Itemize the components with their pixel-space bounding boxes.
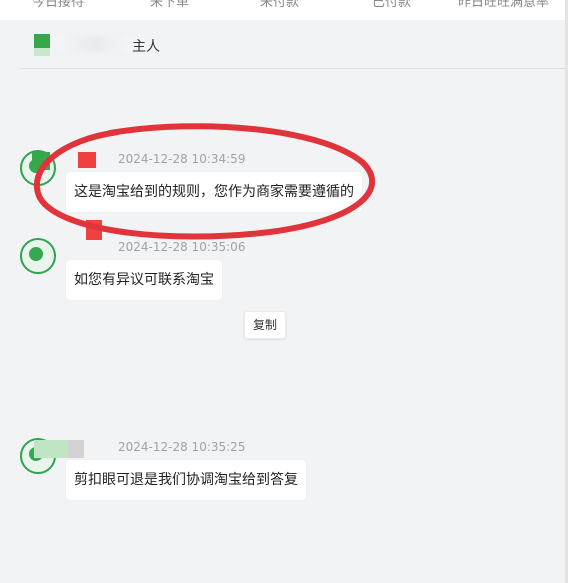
message-bubble[interactable]: 如您有异议可联系淘宝	[66, 260, 222, 300]
stat-paid[interactable]: 已付款	[372, 0, 411, 10]
copy-button[interactable]: 复制	[244, 311, 286, 339]
stat-today-received[interactable]: 今日接待	[32, 0, 84, 10]
message-time: 2024-12-28 10:35:06	[118, 240, 246, 254]
stat-yesterday-satisfaction[interactable]: 昨日旺旺满意率	[458, 0, 549, 10]
redacted-name	[56, 36, 132, 52]
header-avatar	[34, 34, 52, 56]
message-bubble[interactable]: 这是淘宝给到的规则，您作为商家需要遵循的	[66, 172, 362, 212]
stats-bar: 今日接待 未下单 未付款 已付款 昨日旺旺满意率	[0, 0, 568, 20]
redacted-name	[32, 152, 96, 170]
redacted-name	[34, 440, 86, 458]
message-time: 2024-12-28 10:35:25	[118, 440, 246, 454]
conversation-header: 主人	[20, 22, 566, 69]
conversation-title: 主人	[132, 39, 160, 55]
message-time: 2024-12-28 10:34:59	[118, 152, 246, 166]
stat-not-ordered[interactable]: 未下单	[150, 0, 189, 10]
stat-not-paid[interactable]: 未付款	[260, 0, 299, 10]
redacted-name	[50, 220, 104, 240]
avatar	[20, 238, 56, 274]
message-bubble[interactable]: 剪扣眼可退是我们协调淘宝给到答复	[66, 460, 306, 500]
